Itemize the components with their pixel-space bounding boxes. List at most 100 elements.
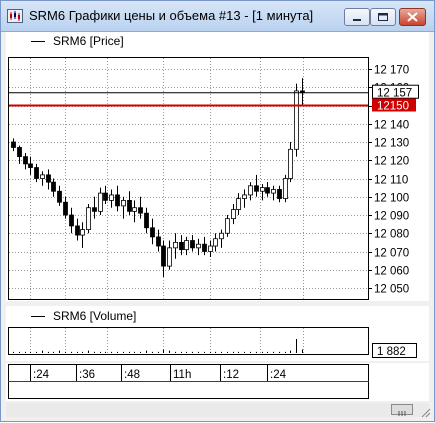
level-value: 12150 [377, 101, 409, 113]
candle-up [86, 207, 91, 230]
candle-down [11, 141, 16, 148]
maximize-icon [378, 13, 388, 21]
candle-down [156, 236, 161, 247]
y-tick-label: 12 170 [374, 65, 409, 77]
candle-up [231, 209, 236, 220]
volume-bars [13, 339, 303, 353]
candle-up [196, 243, 201, 249]
candle-down [92, 207, 97, 212]
y-tick-label: 12 060 [374, 266, 409, 278]
candle-up [184, 240, 189, 251]
candle-down [75, 225, 80, 236]
last-volume-value: 1 882 [377, 346, 406, 358]
candle-down [115, 194, 120, 207]
time-labels: :24 :36 :48 11h :12 :24 [30, 365, 287, 381]
resize-grip[interactable] [419, 405, 431, 418]
candle-up [40, 174, 45, 179]
candle-down [138, 207, 143, 214]
candle-down [144, 212, 149, 229]
time-axis: :24 :36 :48 11h :12 :24 [8, 364, 369, 399]
candle-down [28, 163, 33, 168]
candle-down [23, 156, 28, 165]
candle-up [173, 241, 178, 249]
candle-up [219, 232, 224, 240]
volume-plot-frame [8, 327, 369, 355]
volume-panel: SRM6 [Volume] 1 882 [6, 306, 429, 361]
minimize-icon [353, 19, 361, 21]
resize-grip-icon [421, 408, 431, 418]
y-tick-label: 12 130 [374, 138, 409, 150]
candle-down [17, 147, 22, 157]
time-label: :24 [33, 369, 50, 381]
candle-up [80, 229, 85, 236]
candle-up [271, 189, 276, 194]
time-label: :36 [79, 369, 95, 381]
minimize-button[interactable] [344, 8, 370, 26]
y-tick-label: 12 050 [374, 284, 409, 296]
candle-down [57, 190, 62, 203]
candle-down [51, 181, 56, 192]
chart-app-icon [7, 9, 23, 23]
candle-down [127, 199, 132, 212]
last-price-badge: 12 157 [372, 84, 419, 100]
candle-down [161, 245, 166, 267]
candle-up [260, 187, 265, 192]
y-tick-label: 12 100 [374, 193, 409, 205]
window-title: SRM6 Графики цены и объема #13 - [1 мину… [29, 8, 314, 23]
candle-down [265, 187, 270, 194]
candle-down [103, 192, 108, 201]
price-plot-frame [8, 57, 369, 300]
candle-down [190, 240, 195, 249]
candle-down [277, 189, 282, 199]
level-badge: 12150 [372, 98, 416, 113]
y-tick-label: 12 070 [374, 248, 409, 260]
scrollbar-thumb[interactable] [391, 404, 413, 416]
candle-up [132, 207, 137, 212]
candle-up [109, 194, 114, 201]
candle-up [167, 247, 172, 267]
y-tick-label: 12 110 [374, 175, 408, 187]
price-grid [9, 58, 368, 299]
volume-chart[interactable]: 1 882 [6, 306, 429, 361]
chart-window: SRM6 Графики цены и объема #13 - [1 мину… [0, 0, 435, 422]
candle-down [69, 214, 74, 227]
candle-up [294, 90, 299, 150]
candle-down [202, 243, 207, 252]
candle-up [236, 198, 241, 210]
candle-down [254, 185, 259, 192]
candle-up [225, 218, 230, 234]
candle-up [98, 192, 103, 212]
price-level-line [9, 92, 368, 107]
candle-up [208, 245, 213, 252]
y-tick-label: 12 140 [374, 120, 409, 132]
time-label: :12 [223, 369, 239, 381]
horizontal-scrollbar[interactable] [6, 403, 429, 417]
close-icon [407, 12, 418, 22]
last-price-value: 12 157 [377, 88, 412, 100]
maximize-button[interactable] [370, 8, 396, 26]
price-panel: SRM6 [Price] 12 17012 16012 15012 14012 … [6, 32, 429, 301]
time-label: 11h [173, 369, 191, 381]
candle-up [213, 238, 218, 247]
candle-down [150, 227, 155, 238]
time-label: :24 [270, 369, 287, 381]
time-axis-panel: :24 :36 :48 11h :12 :24 [6, 363, 429, 401]
close-button[interactable] [399, 8, 426, 26]
candle-down [63, 201, 68, 216]
candle-up [248, 185, 253, 196]
grip-icon [398, 411, 406, 416]
candle-up [283, 178, 288, 199]
volume-grid [30, 328, 304, 354]
time-label: :48 [124, 369, 140, 381]
candle-up [242, 194, 247, 199]
title-bar[interactable]: SRM6 Графики цены и объема #13 - [1 мину… [1, 1, 434, 32]
y-tick-label: 12 090 [374, 211, 409, 223]
price-chart[interactable]: 12 17012 16012 15012 14012 13012 12012 1… [6, 32, 429, 301]
y-tick-label: 12 080 [374, 229, 409, 241]
candle-up [288, 148, 293, 179]
candle-down [46, 174, 51, 183]
y-tick-label: 12 120 [374, 156, 409, 168]
candle-down [34, 167, 39, 179]
candle-down [179, 241, 184, 251]
candle-up [121, 199, 126, 207]
